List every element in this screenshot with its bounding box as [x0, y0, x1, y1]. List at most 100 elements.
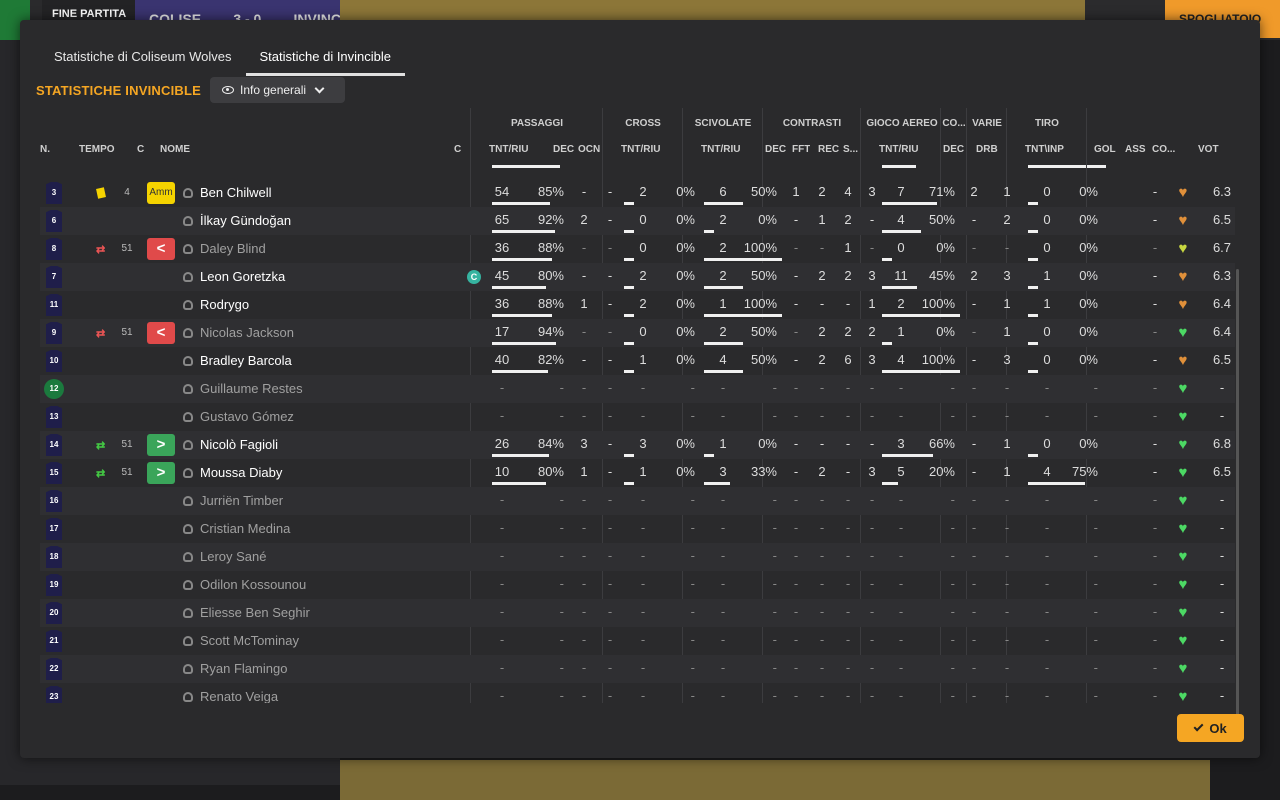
col-header-c2[interactable]: C: [454, 140, 461, 160]
stat-cross_p: 0%: [676, 296, 695, 311]
player-name[interactable]: Ben Chilwell: [200, 179, 272, 207]
stat-c_dec: -: [793, 352, 799, 367]
table-row[interactable]: 20 Eliesse Ben Seghir - - - - - - - - - - - - - - - - - - - ♥…: [40, 599, 1235, 627]
shirt-number-icon: 7: [46, 266, 62, 288]
col-header-con-fft[interactable]: FFT: [792, 140, 810, 160]
stat-bar: [624, 370, 634, 373]
col-header-co-dec[interactable]: DEC: [943, 140, 964, 160]
table-row[interactable]: 14 ⇄ 51 > Nicolò Fagioli 26 84% 3-3 0% 1 0% - - - -3 66…: [40, 431, 1235, 459]
view-dropdown[interactable]: Info generali: [210, 77, 345, 103]
col-header-ass[interactable]: ASS: [1125, 140, 1146, 160]
col-header-con-dec[interactable]: DEC: [765, 140, 786, 160]
table-row[interactable]: 7 Leon Goretzka C 45 80% - -2 0% 2 50% -2 2 3 11 45% 2 3…: [40, 263, 1235, 291]
player-name[interactable]: Renato Veiga: [200, 683, 278, 703]
player-name[interactable]: Nicolas Jackson: [200, 319, 294, 347]
table-row[interactable]: 23 Renato Veiga - - - - - - - - - - - - - - - - - - - ♥ -: [40, 683, 1235, 703]
col-header-con-rec[interactable]: REC: [818, 140, 839, 160]
col-header-con-s[interactable]: S...: [843, 140, 858, 160]
player-name[interactable]: Bradley Barcola: [200, 347, 292, 375]
eye-icon: [222, 86, 234, 94]
stat-c_rec: 2: [844, 324, 852, 339]
stat-tiro_p: -: [1093, 660, 1098, 675]
player-name[interactable]: Daley Blind: [200, 235, 266, 263]
col-header-tiro-tnt[interactable]: TNT\INP: [1025, 140, 1064, 160]
stat-tiro_p: 0%: [1079, 212, 1098, 227]
col-header-nome[interactable]: NOME: [160, 140, 190, 160]
player-name[interactable]: Cristian Medina: [200, 515, 290, 543]
table-scrollbar[interactable]: [1236, 269, 1239, 723]
col-header-cross-tnt[interactable]: TNT/RIU: [621, 140, 660, 160]
table-row[interactable]: 19 Odilon Kossounou - - - - - - - - - - - - - - - - - - - ♥ -: [40, 571, 1235, 599]
stat-sciv_t: -: [720, 632, 726, 647]
player-name[interactable]: Eliesse Ben Seghir: [200, 599, 310, 627]
stat-c_fft: -: [819, 688, 825, 703]
stat-pass_dec: -: [581, 408, 587, 423]
col-header-c[interactable]: C: [137, 140, 144, 160]
player-name[interactable]: Moussa Diaby: [200, 459, 282, 487]
section-title: STATISTICHE INVINCIBLE: [36, 83, 201, 98]
col-header-drb[interactable]: DRB: [976, 140, 998, 160]
table-row[interactable]: 17 Cristian Medina - - - - - - - - - - - - - - - - - - - ♥ -: [40, 515, 1235, 543]
stat-c_s: -: [869, 380, 875, 395]
player-name[interactable]: Nicolò Fagioli: [200, 431, 278, 459]
stat-bar: [1028, 230, 1038, 233]
stat-pass_ocn: -: [607, 240, 613, 255]
player-name[interactable]: Guillaume Restes: [200, 375, 303, 403]
col-header-tempo[interactable]: TEMPO: [79, 140, 115, 160]
stat-sciv_p: -: [772, 548, 777, 563]
stat-sciv_t: 2: [719, 212, 727, 227]
table-row[interactable]: 3 4 Amm Ben Chilwell 54 85% - -2 0% 6 50% 1 2 4 3 7 71% 2…: [40, 179, 1235, 207]
player-name[interactable]: Ryan Flamingo: [200, 655, 287, 683]
stat-c_s: -: [869, 688, 875, 703]
shirt-number-icon: 20: [46, 602, 62, 624]
table-row[interactable]: 6 İlkay Gündoğan 65 92% 2-0 0% 2 0% -1 2-4 50% -2 0 0…: [40, 207, 1235, 235]
player-name[interactable]: Jurriën Timber: [200, 487, 283, 515]
player-name[interactable]: Rodrygo: [200, 291, 249, 319]
tab-coliseum-wolves[interactable]: Statistiche di Coliseum Wolves: [40, 20, 246, 76]
table-row[interactable]: 9 ⇄ 51 < Nicolas Jackson 17 94% - -0 0% 2 50% -2 2 2 1 0…: [40, 319, 1235, 347]
col-header-co2[interactable]: CO...: [1152, 140, 1175, 160]
shirt-number-icon: 15: [46, 462, 62, 484]
stat-sciv_t: -: [720, 492, 726, 507]
col-header-aer-tnt[interactable]: TNT/RIU: [879, 140, 918, 160]
stat-tiro_t: 1: [1043, 296, 1051, 311]
ok-button[interactable]: Ok: [1177, 714, 1244, 742]
stat-pass_t: -: [499, 408, 505, 423]
table-row[interactable]: 12 Guillaume Restes - - - - - - - - - - - - - - - - - - - ♥ -: [40, 375, 1235, 403]
table-row[interactable]: 8 ⇄ 51 < Daley Blind 36 88% - -0 0% 2 100% - -1-0 0% - -…: [40, 235, 1235, 263]
stat-cross_t: -: [640, 604, 646, 619]
player-name[interactable]: Scott McTominay: [200, 627, 299, 655]
tab-invincible[interactable]: Statistiche di Invincible: [245, 20, 406, 76]
stat-tiro_t: -: [1044, 548, 1050, 563]
player-name[interactable]: Leroy Sané: [200, 543, 267, 571]
stat-aer_p: -: [950, 520, 955, 535]
col-header-pass-dec[interactable]: DEC: [553, 140, 574, 160]
table-row[interactable]: 11 Rodrygo 36 88% 1-2 0% 1 100% - - -1 2 100% -1 1 0% - ♥…: [40, 291, 1235, 319]
stat-aer_t: -: [898, 688, 904, 703]
table-row[interactable]: 16 Jurriën Timber - - - - - - - - - - - - - - - - - - - ♥ -: [40, 487, 1235, 515]
stat-pass_p: -: [559, 520, 564, 535]
col-header-pass-ocn[interactable]: OCN: [578, 140, 600, 160]
col-header-vot[interactable]: VOT: [1198, 140, 1219, 160]
stat-co_dec: -: [971, 576, 977, 591]
col-header-sciv-tnt[interactable]: TNT/RIU: [701, 140, 740, 160]
col-header-gol[interactable]: GOL: [1094, 140, 1116, 160]
table-row[interactable]: 21 Scott McTominay - - - - - - - - - - - - - - - - - - - ♥ -: [40, 627, 1235, 655]
stat-c_dec: -: [793, 464, 799, 479]
table-row[interactable]: 15 ⇄ 51 > Moussa Diaby 10 80% 1-1 0% 3 33% -2-3 5 20%…: [40, 459, 1235, 487]
player-icon: [183, 272, 193, 282]
stat-bar: [1028, 370, 1038, 373]
table-row[interactable]: 10 Bradley Barcola 40 82% - -1 0% 4 50% -2 6 3 4 100%…: [40, 347, 1235, 375]
col-header-n[interactable]: N.: [40, 140, 50, 160]
player-name[interactable]: Odilon Kossounou: [200, 571, 306, 599]
player-name[interactable]: İlkay Gündoğan: [200, 207, 291, 235]
stat-pass_ocn: -: [607, 660, 613, 675]
table-row[interactable]: 18 Leroy Sané - - - - - - - - - - - - - - - - - - - ♥ -: [40, 543, 1235, 571]
table-row[interactable]: 13 Gustavo Gómez - - - - - - - - - - - - - - - - - - - ♥ -: [40, 403, 1235, 431]
col-header-pass-tnt[interactable]: TNT/RIU: [489, 140, 528, 160]
sub-on-badge: >: [147, 434, 175, 456]
player-name[interactable]: Leon Goretzka: [200, 263, 285, 291]
stat-c_s: 3: [868, 352, 876, 367]
player-name[interactable]: Gustavo Gómez: [200, 403, 294, 431]
table-row[interactable]: 22 Ryan Flamingo - - - - - - - - - - - - - - - - - - - ♥ -: [40, 655, 1235, 683]
